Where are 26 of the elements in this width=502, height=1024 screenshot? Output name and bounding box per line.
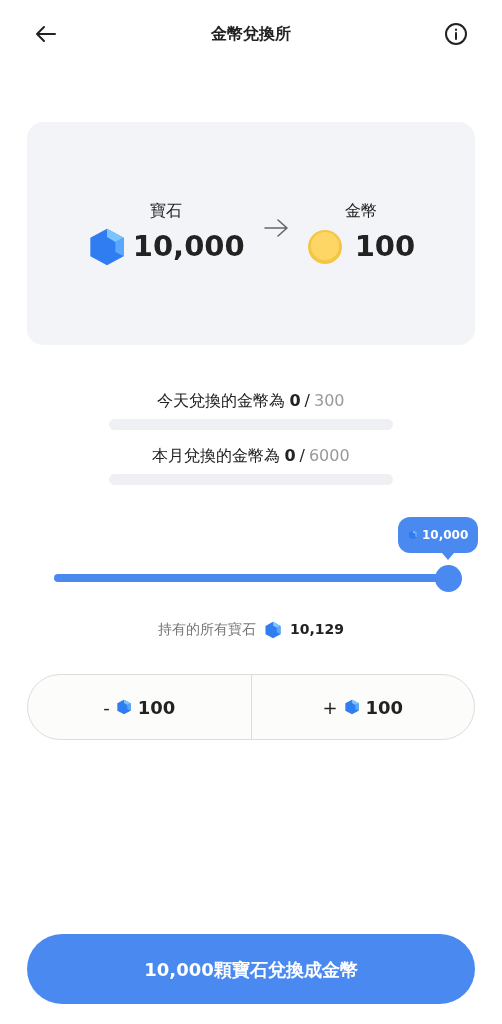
limit-max: 6000: [308, 445, 350, 467]
limit-used: 0: [284, 445, 296, 467]
gem-icon: [264, 620, 282, 639]
info-icon[interactable]: [444, 22, 468, 46]
coin-label: 金幣: [344, 199, 377, 222]
gem-icon: [343, 699, 360, 715]
gem-amount: 10,000: [132, 227, 245, 265]
limit-separator: /: [304, 390, 310, 412]
gem-icon: [408, 530, 418, 540]
holdings-label: 持有的所有寶石: [158, 620, 256, 639]
holdings-amount: 10,129: [290, 620, 344, 639]
step-button[interactable]: + 100: [250, 675, 474, 739]
step-button[interactable]: - 100: [28, 675, 251, 739]
coin-amount: 100: [354, 227, 416, 265]
limit-max: 300: [314, 390, 345, 412]
limit-label: 本月兌換的金幣為: [152, 445, 281, 467]
limit-separator: /: [299, 445, 305, 467]
limit-label: 今天兌換的金幣為: [157, 390, 286, 412]
coin-icon: [306, 228, 343, 265]
right-arrow-icon: [262, 216, 289, 239]
page-title: 金幣兌換所: [211, 23, 291, 45]
gem-icon: [115, 699, 132, 715]
limit-used: 0: [289, 390, 301, 412]
slider-thumb[interactable]: [435, 565, 462, 592]
tooltip-value: 10,000: [422, 527, 469, 544]
gem-label: 寶石: [149, 199, 182, 222]
